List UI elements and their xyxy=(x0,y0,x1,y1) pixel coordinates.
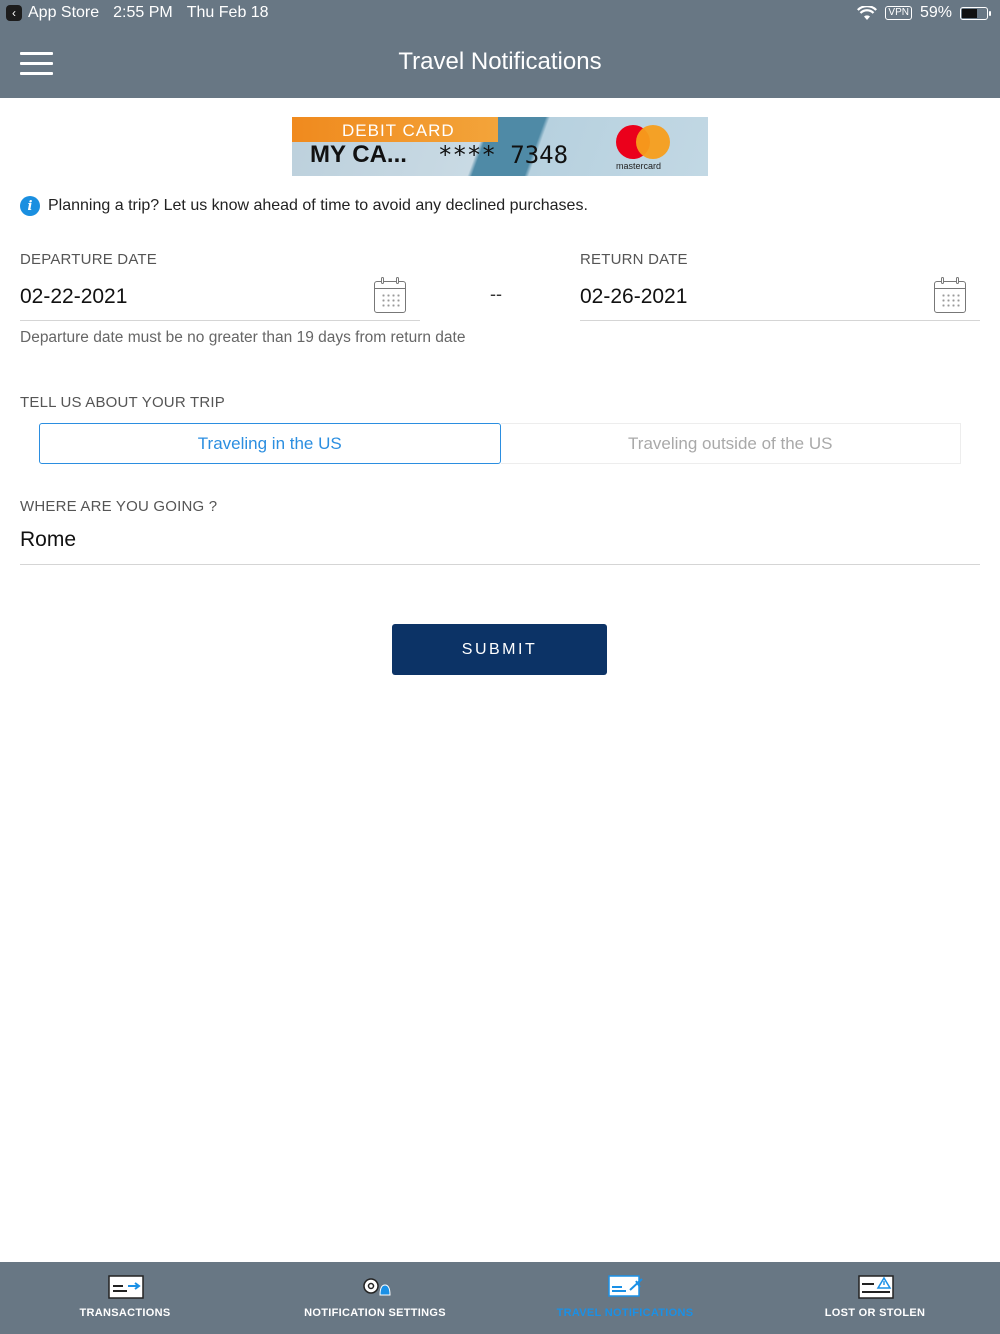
battery-percent: 59% xyxy=(919,4,952,21)
status-bar: ‹ App Store 2:55 PM Thu Feb 18 VPN 59% xyxy=(0,0,1000,28)
destination-input[interactable]: Rome xyxy=(20,522,980,565)
bottom-nav: TRANSACTIONS NOTIFICATION SETTINGS TRAVE… xyxy=(0,1262,1000,1334)
trip-type-segmented-control: Traveling in the US Traveling outside of… xyxy=(39,423,961,464)
info-text: Planning a trip? Let us know ahead of ti… xyxy=(48,197,588,214)
calendar-icon[interactable] xyxy=(374,277,406,313)
return-date-field[interactable]: 02-26-2021 xyxy=(580,277,980,321)
return-date-label: RETURN DATE xyxy=(580,251,688,268)
nav-label: NOTIFICATION SETTINGS xyxy=(304,1307,446,1319)
status-right: VPN 59% xyxy=(857,4,991,22)
lost-or-stolen-icon xyxy=(858,1275,894,1299)
wifi-icon xyxy=(857,5,878,20)
card-type: DEBIT CARD xyxy=(342,121,455,140)
card-name: MY CA... xyxy=(310,141,407,168)
mastercard-logo-text: mastercard xyxy=(616,161,662,171)
travel-notifications-icon xyxy=(608,1275,643,1297)
status-date: Thu Feb 18 xyxy=(186,4,269,21)
calendar-icon[interactable] xyxy=(934,277,966,313)
status-left: ‹ App Store 2:55 PM Thu Feb 18 xyxy=(6,4,269,22)
departure-date-field[interactable]: 02-22-2021 xyxy=(20,277,420,321)
nav-label: TRAVEL NOTIFICATIONS xyxy=(556,1307,694,1319)
submit-button[interactable]: SUBMIT xyxy=(392,624,607,675)
departure-date-label: DEPARTURE DATE xyxy=(20,251,157,268)
card-image[interactable]: DEBIT CARD MY CA... **** 7348 mastercard xyxy=(292,117,708,176)
nav-label: LOST OR STOLEN xyxy=(824,1307,926,1319)
transactions-icon xyxy=(108,1275,144,1299)
vpn-badge: VPN xyxy=(885,6,912,20)
battery-icon xyxy=(960,6,991,20)
trip-option-us[interactable]: Traveling in the US xyxy=(39,423,501,464)
destination-label: WHERE ARE YOU GOING ? xyxy=(20,498,218,515)
nav-label: TRANSACTIONS xyxy=(79,1307,171,1319)
info-message: i Planning a trip? Let us know ahead of … xyxy=(20,196,588,216)
back-chevron-icon[interactable]: ‹ xyxy=(6,5,22,21)
info-icon: i xyxy=(20,196,40,216)
nav-travel-notifications[interactable]: TRAVEL NOTIFICATIONS xyxy=(500,1262,750,1334)
top-bar: ‹ App Store 2:55 PM Thu Feb 18 VPN 59% T… xyxy=(0,0,1000,98)
notification-settings-icon xyxy=(363,1278,391,1296)
nav-notification-settings[interactable]: NOTIFICATION SETTINGS xyxy=(250,1262,500,1334)
mastercard-logo: mastercard xyxy=(614,125,674,171)
trip-option-outside-us[interactable]: Traveling outside of the US xyxy=(500,423,961,464)
back-app-label[interactable]: App Store xyxy=(28,4,99,22)
departure-date-value[interactable]: 02-22-2021 xyxy=(20,285,127,309)
date-hint: Departure date must be no greater than 1… xyxy=(20,329,466,346)
nav-transactions[interactable]: TRANSACTIONS xyxy=(0,1262,250,1334)
trip-label: TELL US ABOUT YOUR TRIP xyxy=(20,394,225,411)
page-title: Travel Notifications xyxy=(398,48,602,75)
nav-lost-or-stolen[interactable]: LOST OR STOLEN xyxy=(750,1262,1000,1334)
status-time: 2:55 PM xyxy=(113,4,173,21)
date-separator: -- xyxy=(490,284,502,304)
return-date-value[interactable]: 02-26-2021 xyxy=(580,285,687,309)
card-number: **** 7348 xyxy=(438,141,569,169)
page: ‹ App Store 2:55 PM Thu Feb 18 VPN 59% T… xyxy=(0,0,1000,1334)
